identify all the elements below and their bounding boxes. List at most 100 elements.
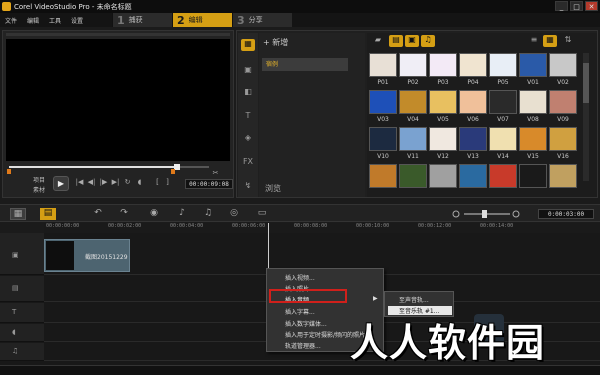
motion-icon[interactable]: ◎	[226, 208, 242, 220]
auto-music-icon[interactable]: ♫	[200, 208, 216, 220]
repeat-icon[interactable]: ↻	[123, 178, 132, 188]
clip-mode-label[interactable]: 素材	[33, 185, 45, 194]
show-audio-icon[interactable]: ♫	[421, 35, 435, 47]
library-thumbnail[interactable]: P03	[429, 53, 457, 89]
list-view-icon[interactable]: ≡	[527, 35, 541, 47]
media-icon[interactable]: ▦	[241, 39, 255, 51]
menu-track-manager[interactable]: 轨道管理器...	[285, 341, 321, 350]
library-thumbnail[interactable]	[429, 164, 457, 200]
step-share[interactable]: 3 分享	[232, 13, 292, 27]
library-thumbnail[interactable]: V12	[429, 127, 457, 163]
mark-in-icon[interactable]: [	[153, 178, 162, 188]
library-thumbnail[interactable]: V14	[489, 127, 517, 163]
mark-out-icon[interactable]: ]	[163, 178, 172, 188]
add-folder-button[interactable]: + 新增	[263, 37, 288, 48]
filter-icon[interactable]: FX	[241, 157, 255, 169]
transition-icon[interactable]: ◧	[241, 87, 255, 99]
project-mode-label[interactable]: 项目	[33, 175, 45, 184]
step-capture[interactable]: 1 捕获	[112, 13, 172, 27]
overlay-track-icon[interactable]: ▤	[12, 284, 22, 294]
library-scrollbar[interactable]	[583, 53, 589, 181]
next-frame-icon[interactable]: |▶	[99, 178, 108, 188]
library-thumbnail[interactable]: P05	[489, 53, 517, 89]
library-thumbnail[interactable]: V15	[519, 127, 547, 163]
prev-frame-icon[interactable]: ◀|	[87, 178, 96, 188]
voice-track-icon[interactable]: ◖	[12, 328, 22, 338]
title-icon[interactable]: T	[241, 111, 255, 123]
home-icon[interactable]: |◀	[75, 178, 84, 188]
ruler-tick-label: 00:00:12:00	[418, 223, 452, 229]
minimize-icon[interactable]: _	[555, 1, 568, 11]
graphic-icon[interactable]: ◈	[241, 133, 255, 145]
library-thumbnail[interactable]: V10	[369, 127, 397, 163]
library-thumbnail[interactable]: V16	[549, 127, 577, 163]
close-icon[interactable]: ✕	[585, 1, 598, 11]
audio-mixer-icon[interactable]: ♪	[174, 208, 190, 220]
split-icon[interactable]: ✂	[211, 169, 220, 179]
preview-timecode[interactable]: 00:00:09:08	[185, 179, 233, 189]
library-thumbnail[interactable]	[459, 164, 487, 200]
volume-icon[interactable]: ◖	[135, 178, 144, 188]
menu-file[interactable]: 文件	[0, 16, 22, 25]
timeline-view-icon[interactable]: ▤	[40, 208, 56, 220]
library-thumbnail[interactable]: V11	[399, 127, 427, 163]
timeline-timecode[interactable]: 0:00:03:00	[538, 209, 594, 219]
instant-project-icon[interactable]: ▣	[241, 65, 255, 77]
thumbnail-image	[429, 164, 457, 188]
scrub-bar[interactable]	[9, 164, 209, 170]
library-thumbnail[interactable]: P02	[399, 53, 427, 89]
library-thumbnail[interactable]: P01	[369, 53, 397, 89]
menu-settings[interactable]: 设置	[66, 16, 88, 25]
submenu-to-voice-track[interactable]: 至声音轨...	[399, 295, 429, 304]
library-thumbnail[interactable]: V02	[549, 53, 577, 89]
menu-tools[interactable]: 工具	[44, 16, 66, 25]
library-thumbnail[interactable]: V05	[429, 90, 457, 126]
thumbnail-image	[549, 53, 577, 77]
path-icon[interactable]: ↯	[241, 181, 255, 193]
show-photo-icon[interactable]: ▣	[405, 35, 419, 47]
library-thumbnail[interactable]: V08	[519, 90, 547, 126]
folder-item[interactable]: 宿例	[262, 58, 348, 71]
library-thumbnail[interactable]	[519, 164, 547, 200]
library-thumbnail[interactable]: V13	[459, 127, 487, 163]
library-thumbnail[interactable]: P04	[459, 53, 487, 89]
library-thumbnail[interactable]	[549, 164, 577, 200]
library-thumbnail[interactable]: V07	[489, 90, 517, 126]
browse-button[interactable]: 浏览	[265, 183, 281, 194]
undo-icon[interactable]: ↶	[90, 208, 106, 220]
step-edit[interactable]: 2 编辑	[172, 13, 232, 27]
title-track-icon[interactable]: T	[12, 308, 22, 318]
menu-insert-subtitle[interactable]: 插入字幕...	[285, 307, 315, 316]
library-thumbnail[interactable]: V06	[459, 90, 487, 126]
library-toolbar: ▦ ▣ ◧ T ◈ FX ↯	[238, 33, 258, 197]
maximize-icon[interactable]: □	[570, 1, 583, 11]
timeline-ruler[interactable]: 00:00:00:00 00:00:02:00 00:00:04:00 00:00:0…	[44, 223, 600, 233]
library-thumbnail[interactable]	[369, 164, 397, 200]
storyboard-view-icon[interactable]: ▦	[10, 208, 26, 220]
menu-insert-video[interactable]: 插入视频...	[285, 273, 315, 282]
thumbnail-image	[399, 164, 427, 188]
zoom-slider[interactable]	[452, 209, 522, 219]
redo-icon[interactable]: ↷	[116, 208, 132, 220]
menu-edit[interactable]: 编辑	[22, 16, 44, 25]
thumbnail-caption: V09	[557, 116, 569, 123]
end-icon[interactable]: ▶|	[111, 178, 120, 188]
library-thumbnail[interactable]: V04	[399, 90, 427, 126]
subtitle-icon[interactable]: ▭	[254, 208, 270, 220]
library-thumbnail[interactable]	[399, 164, 427, 200]
folder-icon[interactable]: ▰	[371, 35, 385, 47]
music-track-icon[interactable]: ♫	[12, 347, 22, 357]
grid-view-icon[interactable]: ▦	[543, 35, 557, 47]
sort-icon[interactable]: ⇅	[561, 35, 575, 47]
video-track-icon[interactable]: ▣	[12, 251, 22, 261]
library-thumbnail[interactable]: V03	[369, 90, 397, 126]
library-thumbnail[interactable]: V09	[549, 90, 577, 126]
menu-insert-digital-media[interactable]: 插入数字媒体...	[285, 319, 327, 328]
play-button[interactable]: ▶	[53, 176, 69, 191]
record-icon[interactable]: ◉	[146, 208, 162, 220]
video-clip[interactable]: 截图20151229	[44, 239, 130, 272]
window-title: Corel VideoStudio Pro - 未命名标题	[14, 2, 132, 11]
library-thumbnail[interactable]	[489, 164, 517, 200]
library-thumbnail[interactable]: V01	[519, 53, 547, 89]
show-video-icon[interactable]: ▤	[389, 35, 403, 47]
